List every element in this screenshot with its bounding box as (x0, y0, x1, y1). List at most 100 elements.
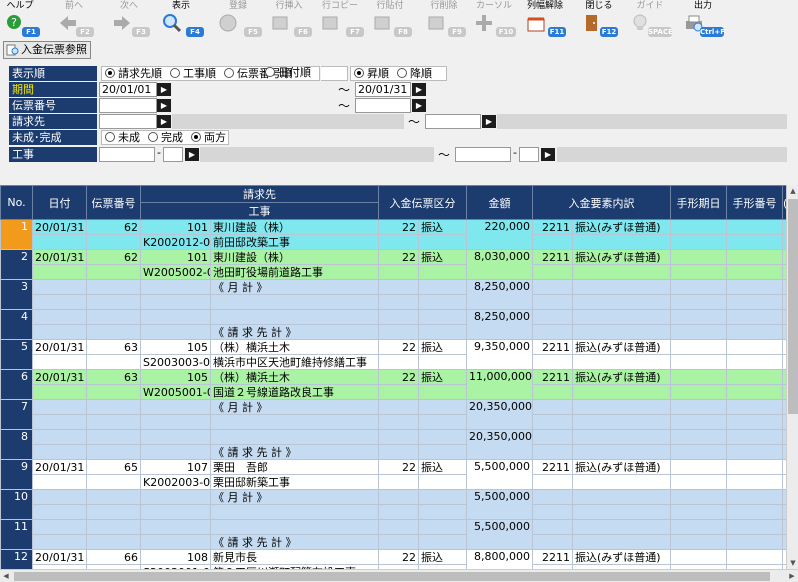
amount-cell[interactable]: 8,250,000 (466, 309, 533, 340)
work-to-dropdown[interactable]: ▶ (541, 148, 555, 161)
detail-code-cell[interactable] (532, 519, 573, 535)
header-work[interactable]: 工事 (140, 202, 379, 220)
work-code-cell[interactable] (140, 324, 211, 340)
detail-code-sub-cell[interactable] (532, 234, 573, 250)
detail-name-cell[interactable] (572, 489, 671, 505)
detail-name-cell[interactable] (572, 519, 671, 535)
detail-code-sub-cell[interactable] (532, 354, 573, 370)
header-note-due-date[interactable]: 手形期日 (670, 185, 727, 220)
work-name-cell[interactable]: 横浜市中区天池町維持修繕工事 (210, 354, 379, 370)
date-cell[interactable]: 20/01/31 (32, 459, 87, 475)
note-due-date-sub-cell[interactable] (670, 414, 727, 430)
note-number-cell[interactable] (726, 459, 783, 475)
header-slip-number[interactable]: 伝票番号 (86, 185, 141, 220)
detail-name-cell[interactable]: 振込(みずほ普通) (572, 249, 671, 265)
note-number-cell[interactable] (726, 249, 783, 265)
type-name-sub-cell[interactable] (418, 444, 467, 460)
paste-row-button[interactable]: 行貼付 F8 (368, 1, 412, 39)
period-from-input[interactable]: 20/01/01 (99, 82, 157, 97)
table-row[interactable]: 9 20/01/31 65 107 栗田 吾郎 22 振込 5,500,000 2211 振込(み… (0, 459, 786, 490)
help-button[interactable]: ヘルプ ? F1 (2, 1, 40, 39)
note-due-date-cell[interactable] (670, 369, 727, 385)
slip-number-cell[interactable]: 62 (86, 219, 141, 235)
billing-code-cell[interactable] (140, 399, 211, 415)
type-name-cell[interactable]: 振込 (418, 249, 467, 265)
note-due-date-cell[interactable] (670, 279, 727, 295)
table-row-sub[interactable]: 《 請 求 先 計 》 (1, 444, 786, 460)
slip-number-cell[interactable] (86, 399, 141, 415)
detail-name-sub-cell[interactable] (572, 504, 671, 520)
date-sub-cell[interactable] (32, 474, 87, 490)
detail-code-cell[interactable] (532, 489, 573, 505)
billing-name-cell[interactable] (210, 429, 379, 445)
detail-code-cell[interactable] (532, 399, 573, 415)
detail-code-cell[interactable]: 2211 (532, 459, 573, 475)
type-code-sub-cell[interactable] (378, 234, 419, 250)
note-due-date-cell[interactable] (670, 549, 727, 565)
horizontal-scroll-thumb[interactable] (14, 572, 770, 581)
slip-number-cell[interactable] (86, 489, 141, 505)
table-row-sub[interactable]: 《 請 求 先 計 》 (1, 324, 786, 340)
type-name-cell[interactable]: 振込 (418, 369, 467, 385)
detail-code-cell[interactable]: 2211 (532, 339, 573, 355)
work-to-branch-input[interactable] (519, 147, 539, 162)
detail-name-sub-cell[interactable] (572, 294, 671, 310)
detail-name-sub-cell[interactable] (572, 324, 671, 340)
amount-cell[interactable]: 20,350,000 (466, 429, 533, 460)
note-due-date-cell[interactable] (670, 489, 727, 505)
note-number-cell[interactable] (726, 399, 783, 415)
table-row-sub[interactable]: 《 請 求 先 計 》 (1, 534, 786, 550)
billing-code-cell[interactable]: 108 (140, 549, 211, 565)
amount-cell[interactable]: 5,500,000 (466, 519, 533, 550)
table-row[interactable]: 6 20/01/31 63 105 （株）横浜土木 22 振込 11,000,000 2211 振… (0, 369, 786, 400)
detail-name-cell[interactable]: 振込(みずほ普通) (572, 339, 671, 355)
type-name-sub-cell[interactable] (418, 324, 467, 340)
table-row-sub[interactable]: K2002003-00 栗田邸新築工事 (1, 474, 786, 490)
detail-code-sub-cell[interactable] (532, 444, 573, 460)
note-due-date-cell[interactable] (670, 309, 727, 325)
detail-code-sub-cell[interactable] (532, 414, 573, 430)
type-code-sub-cell[interactable] (378, 354, 419, 370)
slip-sub-cell[interactable] (86, 504, 141, 520)
detail-code-cell[interactable] (532, 429, 573, 445)
detail-name-sub-cell[interactable] (572, 474, 671, 490)
note-number-sub-cell[interactable] (726, 534, 783, 550)
type-code-cell[interactable]: 22 (378, 219, 419, 235)
date-sub-cell[interactable] (32, 444, 87, 460)
detail-name-cell[interactable]: 振込(みずほ普通) (572, 549, 671, 565)
amount-cell[interactable]: 20,350,000 (466, 399, 533, 430)
note-due-date-sub-cell[interactable] (670, 384, 727, 400)
detail-code-cell[interactable] (532, 309, 573, 325)
note-number-cell[interactable] (726, 369, 783, 385)
delete-row-button[interactable]: 行削除 F9 (422, 1, 466, 39)
type-name-cell[interactable] (418, 429, 467, 445)
type-code-sub-cell[interactable] (378, 474, 419, 490)
table-row[interactable]: 11 5,500,000 (0, 519, 786, 550)
billing-name-cell[interactable] (210, 519, 379, 535)
note-number-sub-cell[interactable] (726, 414, 783, 430)
work-name-cell[interactable]: 栗田邸新築工事 (210, 474, 379, 490)
date-cell[interactable] (32, 429, 87, 445)
amount-cell[interactable]: 5,500,000 (466, 459, 533, 490)
slip-sub-cell[interactable] (86, 534, 141, 550)
billing-name-cell[interactable]: 東川建設（株） (210, 249, 379, 265)
date-cell[interactable]: 20/01/31 (32, 219, 87, 235)
prev-button[interactable]: 前へ F2 (54, 1, 94, 39)
slip-number-from-input[interactable] (99, 98, 157, 113)
scroll-right-icon[interactable]: ▶ (786, 570, 798, 582)
period-from-dropdown[interactable]: ▶ (157, 83, 171, 96)
note-due-date-sub-cell[interactable] (670, 354, 727, 370)
type-code-sub-cell[interactable] (378, 324, 419, 340)
note-number-cell[interactable] (726, 549, 783, 565)
note-number-sub-cell[interactable] (726, 234, 783, 250)
billing-code-cell[interactable] (140, 519, 211, 535)
type-code-sub-cell[interactable] (378, 534, 419, 550)
date-sub-cell[interactable] (32, 414, 87, 430)
billing-name-cell[interactable]: 栗田 吾郎 (210, 459, 379, 475)
amount-cell[interactable]: 11,000,000 (466, 369, 533, 400)
billing-code-cell[interactable] (140, 489, 211, 505)
table-row-sub[interactable] (1, 294, 786, 310)
detail-name-sub-cell[interactable] (572, 414, 671, 430)
note-number-sub-cell[interactable] (726, 474, 783, 490)
note-number-cell[interactable] (726, 429, 783, 445)
